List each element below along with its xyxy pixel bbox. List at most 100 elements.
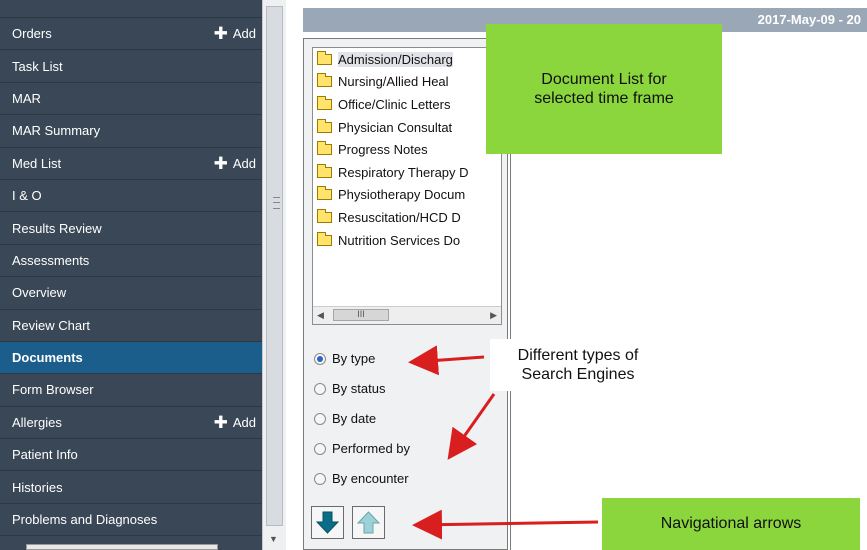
sidebar-item-label: Documents [12,350,83,366]
folder-label: Physiotherapy Docum [338,187,466,203]
sidebar-item-form-browser[interactable]: Form Browser [0,374,262,407]
radio-label: By type [332,351,376,366]
sidebar-item-allergies[interactable]: Allergies ✚ Add [0,407,262,440]
sidebar-item-label: Problems and Diagnoses [12,512,158,528]
tree-scroll-thumb[interactable]: III [333,309,389,321]
folder-icon [317,208,332,223]
sidebar-scrollbar[interactable]: ▼ [262,0,286,550]
folder-item[interactable]: Physician Consultat [313,116,501,139]
sidebar-item-problems-and-diagnoses[interactable]: Problems and Diagnoses [0,504,262,537]
sidebar-item-review-chart[interactable]: Review Chart [0,310,262,342]
radio-button[interactable] [314,442,326,455]
folder-item[interactable]: Nutrition Services Do [313,229,501,252]
folder-icon [317,95,332,110]
folder-item[interactable]: Resuscitation/HCD D [313,206,501,229]
document-folder-tree[interactable]: Admission/Discharg Nursing/Allied Heal Off… [312,47,502,325]
sidebar-item-label: Histories [12,479,63,495]
sidebar-top-edge [0,0,262,18]
folder-label: Nursing/Allied Heal [338,74,449,90]
navigational-arrows-callout-text: Navigational arrows [660,515,802,532]
folder-item[interactable]: Nursing/Allied Heal [313,71,501,94]
search-engines-callout: Different types of Search Engines [490,339,666,391]
radio-button[interactable] [314,412,326,425]
add-button[interactable]: ✚ Add [214,155,256,172]
sidebar-item-task-list[interactable]: Task List [0,50,262,83]
sidebar-item-patient-info[interactable]: Patient Info [0,439,262,472]
sidebar-item-assessments[interactable]: Assessments [0,245,262,278]
sidebar-item-mar-summary[interactable]: MAR Summary [0,115,262,148]
folder-icon [317,73,332,88]
document-list-callout: Document List for selected time frame [486,24,722,154]
radio-label: By status [332,381,386,396]
radio-button[interactable] [314,352,326,365]
tree-horizontal-scrollbar[interactable]: ◀ III ▶ [313,306,501,324]
sidebar-bottom-control[interactable] [26,544,218,550]
arrow-up-icon [356,511,381,534]
sidebar-item-label: MAR Summary [12,123,101,139]
folder-label: Physician Consultat [338,119,453,135]
scroll-right-icon[interactable]: ▶ [490,310,497,321]
sidebar-item-label: Patient Info [12,447,78,463]
sidebar-item-label: Assessments [12,252,90,268]
sidebar-item-label: Allergies [12,414,62,430]
radio-button[interactable] [314,472,326,485]
search-option-by-type[interactable]: By type [314,351,375,366]
sidebar-item-i-o[interactable]: I & O [0,180,262,213]
sidebar-item-label: Form Browser [12,382,94,398]
folder-label: Admission/Discharg [338,51,453,67]
folder-item[interactable]: Progress Notes [313,138,501,161]
sidebar-nav-list: Orders ✚ Add Task List MAR MAR Summary Med Lis… [0,18,262,537]
next-document-button[interactable] [311,506,344,539]
plus-icon: ✚ [213,412,228,432]
folder-icon [317,141,332,156]
scrollbar-grip-icon [273,197,280,209]
sidebar-item-documents[interactable]: Documents [0,341,262,375]
folder-label: Office/Clinic Letters [338,96,451,112]
folder-label: Progress Notes [338,142,428,158]
add-label: Add [232,26,256,42]
sidebar-item-mar[interactable]: MAR [0,83,262,116]
search-option-by-encounter[interactable]: By encounter [314,471,409,486]
folder-icon [317,163,332,178]
folder-list: Admission/Discharg Nursing/Allied Heal Off… [313,48,501,251]
scrollbar-thumb[interactable] [266,6,283,526]
plus-icon: ✚ [213,24,228,44]
folder-icon [317,231,332,246]
sidebar-item-overview[interactable]: Overview [0,277,262,310]
folder-item[interactable]: Office/Clinic Letters [313,93,501,116]
add-button[interactable]: ✚ Add [214,25,256,42]
sidebar-item-label: MAR [12,90,41,106]
sidebar-item-histories[interactable]: Histories [0,471,262,504]
arrow-down-icon [315,511,340,534]
date-range-text: 2017-May-09 - 20 [757,12,861,27]
folder-item[interactable]: Admission/Discharg [313,48,501,71]
previous-document-button[interactable] [352,506,385,539]
sidebar-item-label: I & O [12,188,42,204]
sidebar-item-med-list[interactable]: Med List ✚ Add [0,148,262,180]
sidebar-item-label: Orders [12,26,52,42]
folder-label: Nutrition Services Do [338,232,461,248]
radio-label: By date [332,411,377,426]
sidebar-item-results-review[interactable]: Results Review [0,212,262,245]
sidebar-item-label: Task List [12,58,63,74]
folder-label: Respiratory Therapy D [338,164,469,180]
folder-item[interactable]: Physiotherapy Docum [313,184,501,207]
search-option-performed-by[interactable]: Performed by [314,441,410,456]
radio-button[interactable] [314,382,326,395]
sidebar-item-orders[interactable]: Orders ✚ Add [0,18,262,51]
sidebar-item-label: Review Chart [12,317,91,333]
search-option-by-date[interactable]: By date [314,411,376,426]
plus-icon: ✚ [213,153,228,173]
search-option-by-status[interactable]: By status [314,381,385,396]
add-label: Add [232,414,256,430]
folder-item[interactable]: Respiratory Therapy D [313,161,501,184]
pane-splitter[interactable] [286,0,304,550]
sidebar-item-label: Overview [12,285,67,301]
scroll-down-icon[interactable]: ▼ [269,534,278,544]
add-button[interactable]: ✚ Add [214,414,256,431]
add-label: Add [232,155,256,171]
navigation-sidebar: Orders ✚ Add Task List MAR MAR Summary Med Lis… [0,0,262,550]
document-filter-panel: Admission/Discharg Nursing/Allied Heal Off… [303,38,508,550]
scroll-left-icon[interactable]: ◀ [317,310,324,321]
radio-label: By encounter [332,471,409,486]
